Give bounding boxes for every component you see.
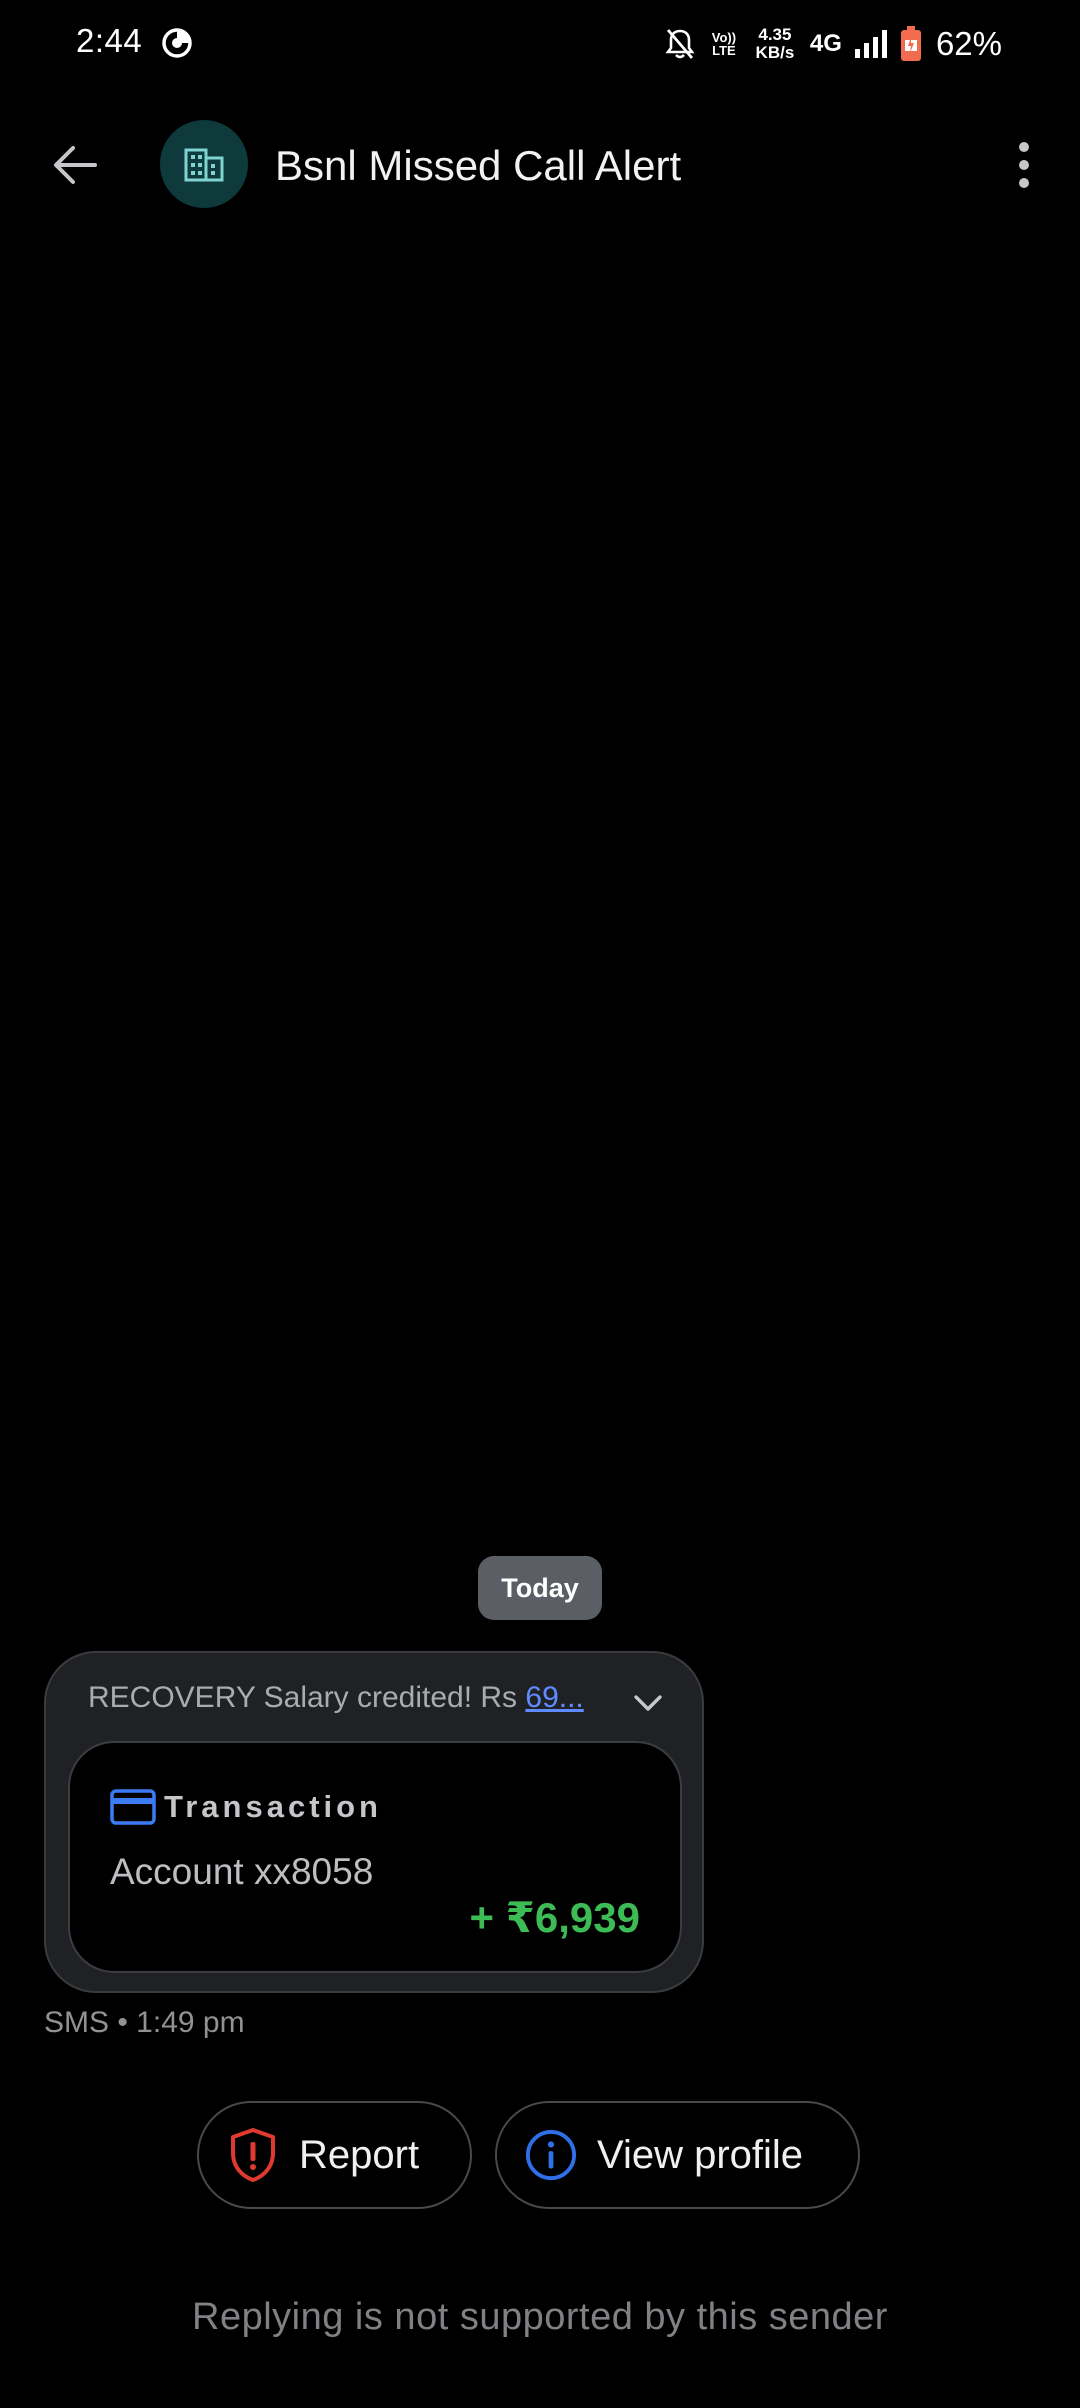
transaction-label: Transaction: [164, 1789, 382, 1824]
signal-icon: [854, 30, 887, 58]
expand-message-button[interactable]: [626, 1683, 670, 1723]
volte-indicator: Vo)) LTE: [711, 30, 737, 58]
mute-bell-icon: [665, 29, 695, 59]
network-type: 4G: [809, 30, 842, 57]
status-icons: Vo)) LTE 4.35 KB/s 4G 62%: [664, 20, 1002, 68]
message-preview-text: RECOVERY Salary credited! Rs: [88, 1681, 526, 1714]
battery-icon: [900, 26, 921, 61]
sender-avatar: [160, 120, 248, 208]
message-bubble[interactable]: RECOVERY Salary credited! Rs 69... Trans…: [44, 1651, 704, 1993]
message-amount-link[interactable]: 69...: [525, 1681, 583, 1714]
back-arrow-icon: [54, 146, 97, 184]
report-label: Report: [299, 2132, 420, 2177]
chevron-down-icon: [634, 1695, 662, 1711]
credit-card-icon: [110, 1789, 156, 1825]
app-bar: Bsnl Missed Call Alert: [0, 100, 1080, 230]
message-timestamp: SMS • 1:49 pm: [44, 2006, 245, 2039]
message-preview: RECOVERY Salary credited! Rs 69...: [88, 1681, 584, 1715]
info-icon: [525, 2127, 577, 2183]
network-speed: 4.35 KB/s: [755, 25, 795, 62]
back-button[interactable]: [40, 130, 110, 200]
date-chip: Today: [478, 1556, 602, 1620]
transaction-account: Account xx8058: [110, 1851, 374, 1892]
status-bar: 2:44 Vo)) LTE 4.35 KB/s 4G 62%: [0, 0, 1080, 88]
view-profile-label: View profile: [597, 2132, 804, 2177]
more-vert-icon: [1019, 142, 1029, 188]
transaction-amount: + ₹6,939: [469, 1894, 640, 1941]
view-profile-button[interactable]: View profile: [495, 2101, 860, 2209]
more-options-button[interactable]: [994, 130, 1054, 200]
data-saver-icon: [162, 28, 192, 58]
reply-unsupported-note: Replying is not supported by this sender: [192, 2296, 888, 2338]
report-shield-icon: [227, 2127, 279, 2183]
battery-percent: 62%: [935, 25, 1002, 62]
business-building-icon: [184, 148, 224, 182]
transaction-card[interactable]: Transaction Account xx8058 + ₹6,939: [68, 1741, 682, 1973]
report-button[interactable]: Report: [197, 2101, 472, 2209]
conversation-title: Bsnl Missed Call Alert: [275, 142, 682, 189]
status-time: 2:44: [76, 22, 143, 59]
